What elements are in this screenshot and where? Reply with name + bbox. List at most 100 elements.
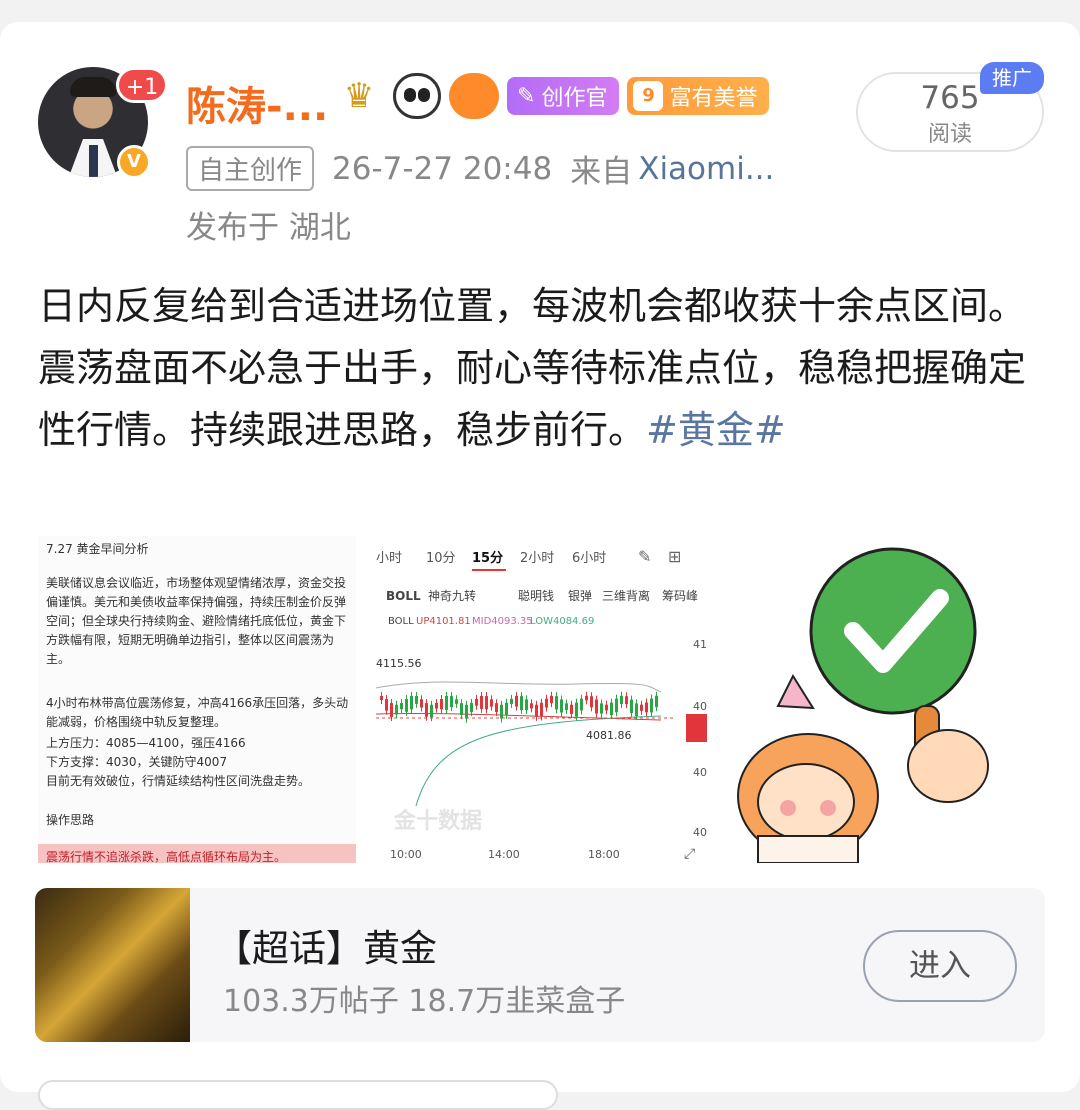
post-time: 26-7-27 20:48 xyxy=(332,150,553,187)
post-line-2: 震荡盘面不必急于出手，耐心等待标准点位，稳稳把握确定性行情。持续跟进思路，稳步前… xyxy=(38,337,1048,461)
panda-icon[interactable] xyxy=(393,73,441,119)
candle xyxy=(530,703,533,709)
candle xyxy=(575,702,578,717)
tab-6hour[interactable]: 6小时 xyxy=(572,551,606,566)
tab-2hour[interactable]: 2小时 xyxy=(520,551,554,566)
candle xyxy=(640,704,643,711)
candle xyxy=(585,695,588,701)
candle xyxy=(565,703,568,711)
grid-icon[interactable]: ⊞ xyxy=(668,547,681,566)
post-meta: 自主创作 26-7-27 20:48 来自 Xiaomi... xyxy=(186,146,774,191)
post-image-chart[interactable]: 小时 10分 15分 2小时 6小时 ✎ ⊞ BOLL 神奇九转 聪明钱 银弹 … xyxy=(376,536,707,863)
axis-label-4: 40 xyxy=(693,826,707,839)
notification-badge: +1 xyxy=(116,67,168,103)
candle xyxy=(450,696,453,708)
low-price-label: 4081.86 xyxy=(586,729,632,742)
tab-10min[interactable]: 10分 xyxy=(426,551,456,566)
enter-button[interactable]: 进入 xyxy=(863,930,1017,1002)
post-image-sticker[interactable] xyxy=(718,536,1048,863)
crown-icon[interactable]: ♛ xyxy=(333,73,385,119)
original-tag: 自主创作 xyxy=(186,146,315,191)
creator-badge[interactable]: ✎ 创作官 xyxy=(507,77,620,115)
time-label-2: 14:00 xyxy=(488,848,520,861)
candle xyxy=(485,696,488,710)
candle xyxy=(635,703,638,717)
tab-hour[interactable]: 小时 xyxy=(376,551,402,566)
candle xyxy=(645,702,648,713)
candle xyxy=(560,699,563,713)
axis-label-1: 41 xyxy=(693,638,707,651)
rich-badge[interactable]: 9 富有美誉 xyxy=(627,77,770,115)
candle xyxy=(410,695,413,710)
post-body: 日内反复给到合适进场位置，每波机会都收获十余点区间。 震荡盘面不必急于出手，耐心… xyxy=(38,275,1048,461)
candle xyxy=(385,699,388,711)
girl-body xyxy=(757,835,859,863)
time-label-3: 18:00 xyxy=(588,848,620,861)
author-badges: ♛ ✎ 创作官 9 富有美誉 xyxy=(333,72,770,120)
candle xyxy=(390,703,393,717)
candle xyxy=(625,696,628,705)
indicator-boll[interactable]: BOLL xyxy=(386,589,421,603)
indicator-3d[interactable]: 三维背离 xyxy=(602,588,650,603)
check-sign xyxy=(809,547,977,715)
candle xyxy=(580,698,583,711)
axis-label-3: 40 xyxy=(693,766,707,779)
expand-icon[interactable]: ⤢ xyxy=(684,846,695,862)
boll-label: BOLL xyxy=(388,616,414,627)
candle xyxy=(445,695,448,710)
author-name[interactable]: 陈涛-... xyxy=(186,74,328,132)
post-location: 发布于 湖北 xyxy=(186,210,351,246)
analysis-para-1: 美联储议息会议临近，市场整体观望情绪浓厚，资金交投偏谨慎。美元和美债收益率保持偏… xyxy=(46,576,347,666)
avatar-hair xyxy=(70,77,116,97)
avatar-tie xyxy=(89,145,98,177)
candle xyxy=(425,703,428,717)
promote-badge[interactable]: 推广 xyxy=(980,62,1044,94)
author-avatar-area[interactable]: +1 V xyxy=(38,67,168,179)
candle xyxy=(525,699,528,711)
super-topic-card[interactable]: 【超话】黄金 103.3万帖子 18.7万韭菜盒子 进入 xyxy=(35,888,1045,1042)
candle xyxy=(520,696,523,711)
indicator-chips[interactable]: 筹码峰 xyxy=(662,589,698,603)
topic-title: 【超话】黄金 xyxy=(215,927,437,970)
candle xyxy=(460,703,463,715)
bottom-chip[interactable] xyxy=(38,1080,558,1110)
source-link[interactable]: Xiaomi... xyxy=(638,151,774,187)
indicator-jiuzhuan[interactable]: 神奇九转 xyxy=(428,588,476,603)
candle xyxy=(540,702,543,717)
girl-face xyxy=(757,763,855,841)
candle xyxy=(470,702,473,713)
candle xyxy=(590,696,593,708)
post-image-analysis[interactable]: 7.27 黄金早间分析 美联储议息会议临近，市场整体观望情绪浓厚，资金交投偏谨慎… xyxy=(38,536,356,863)
rich-badge-label: 富有美誉 xyxy=(669,86,758,111)
creator-badge-label: 创作官 xyxy=(541,86,608,111)
analysis-title: 7.27 黄金早间分析 xyxy=(46,542,149,556)
analysis-resistance: 上方压力：4085—4100，强压4166 xyxy=(46,736,246,750)
fish-icon[interactable] xyxy=(449,73,499,119)
cheek-right xyxy=(820,800,836,816)
tab-15min[interactable]: 15分 xyxy=(472,550,503,566)
indicator-silver[interactable]: 银弹 xyxy=(568,589,592,603)
candle xyxy=(550,695,553,704)
axis-label-2: 40 xyxy=(693,700,707,713)
candle xyxy=(655,695,658,708)
verified-icon: V xyxy=(117,145,151,179)
post-line-1: 日内反复给到合适进场位置，每波机会都收获十余点区间。 xyxy=(38,284,1027,328)
boll-mid-band xyxy=(376,712,662,721)
hashtag-link[interactable]: #黄金# xyxy=(646,408,786,452)
candle xyxy=(495,703,498,713)
candle xyxy=(455,699,458,704)
rich-badge-level: 9 xyxy=(633,81,664,111)
candle xyxy=(440,698,443,710)
candle xyxy=(500,704,503,719)
candle xyxy=(475,698,478,706)
top-strip xyxy=(0,0,1080,22)
candle xyxy=(395,704,398,715)
candle xyxy=(490,699,493,707)
indicator-smart-money[interactable]: 聪明钱 xyxy=(518,588,554,603)
boll-mid: MID4093.35 xyxy=(472,616,533,627)
operation-text: 震荡行情不追涨杀跌，高低点循环布局为主。 xyxy=(46,850,287,863)
candle xyxy=(380,696,383,700)
analysis-para-3: 目前无有效破位，行情延续结构性区间洗盘走势。 xyxy=(46,774,311,788)
draw-icon[interactable]: ✎ xyxy=(638,547,651,566)
high-price-label: 4115.56 xyxy=(376,657,422,670)
